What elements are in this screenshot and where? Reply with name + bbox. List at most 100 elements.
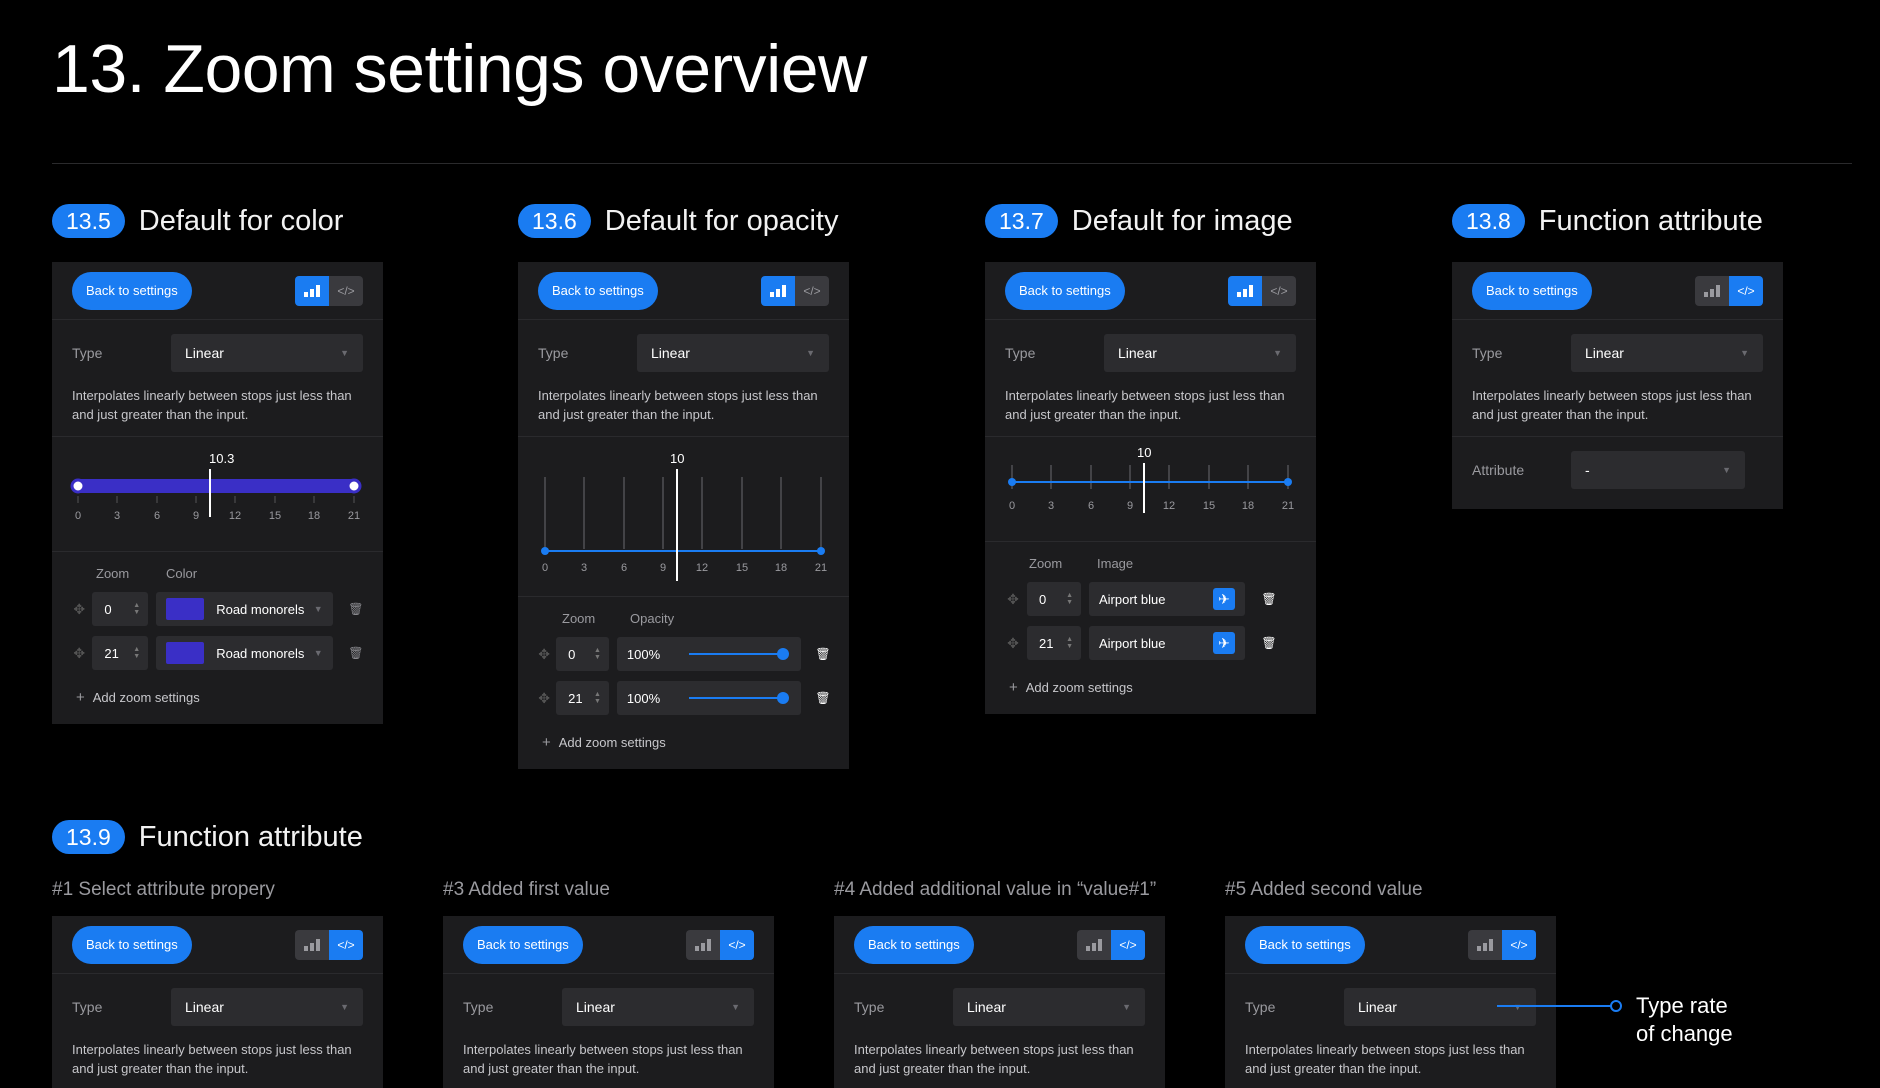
slider-gridlines [544,477,822,549]
back-to-settings-button[interactable]: Back to settings [1245,925,1365,964]
chevron-down-icon: ▼ [340,1002,349,1012]
slider-end-handle[interactable] [817,547,825,555]
slider-start-handle[interactable] [70,478,86,494]
chart-view-button[interactable] [1077,929,1111,960]
back-to-settings-button[interactable]: Back to settings [854,925,974,964]
color-select[interactable]: Road monorels ▼ [156,636,333,670]
code-view-button[interactable]: </> [795,275,829,306]
stepper-arrows-icon[interactable]: ▲ ▼ [133,646,140,660]
opacity-slider[interactable] [687,691,791,705]
delete-icon[interactable]: 🗑 [343,602,369,616]
drag-handle-icon[interactable]: ✥ [532,690,556,707]
tick-label: 6 [154,510,160,522]
zoom-stepper[interactable]: 0 ▲ ▼ [1027,582,1081,616]
type-select[interactable]: Linear ▼ [1104,334,1296,372]
stepper-arrows-icon[interactable]: ▲ ▼ [594,647,601,661]
code-view-button[interactable]: </> [1111,929,1145,960]
stepper-arrows-icon[interactable]: ▲ ▼ [1066,636,1073,650]
type-description: Interpolates linearly between stops just… [985,372,1316,437]
back-to-settings-button[interactable]: Back to settings [72,925,192,964]
tick-label: 21 [1282,500,1294,512]
drag-handle-icon[interactable]: ✥ [66,601,92,618]
chart-view-button[interactable] [686,929,720,960]
code-view-button[interactable]: </> [329,275,363,306]
type-description: Interpolates linearly between stops just… [52,1026,383,1088]
type-select[interactable]: Linear ▼ [953,988,1145,1026]
delete-icon[interactable]: 🗑 [1255,592,1283,606]
type-value: Linear [576,999,615,1015]
zoom-slider[interactable]: 10 0 3 6 9 12 15 18 21 [518,437,849,597]
color-select[interactable]: Road monorels ▼ [156,592,333,626]
opacity-slider[interactable] [687,647,791,661]
back-to-settings-button[interactable]: Back to settings [463,925,583,964]
opacity-value: 100% [626,690,661,706]
type-value: Linear [1585,345,1624,361]
slider-end-handle[interactable] [346,478,362,494]
delete-icon[interactable]: 🗑 [811,647,835,661]
zoom-column-header: Zoom [1029,556,1063,571]
chart-view-button[interactable] [1468,929,1502,960]
add-zoom-settings-button[interactable]: + Add zoom settings [518,720,849,769]
code-view-button[interactable]: </> [720,929,754,960]
back-to-settings-button[interactable]: Back to settings [538,271,658,310]
delete-icon[interactable]: 🗑 [343,646,369,660]
type-select[interactable]: Linear ▼ [637,334,829,372]
zoom-value: 0 [104,601,112,617]
zoom-stepper[interactable]: 0 ▲ ▼ [92,592,149,626]
section-title: Default for opacity [604,204,839,237]
type-select[interactable]: Linear ▼ [171,988,363,1026]
opacity-control[interactable]: 100% [616,681,801,715]
back-to-settings-button[interactable]: Back to settings [1472,271,1592,310]
code-view-button[interactable]: </> [1262,275,1296,306]
image-select[interactable]: Airport blue ✈ [1089,582,1245,616]
drag-handle-icon[interactable]: ✥ [532,646,556,663]
slider-start-handle[interactable] [1008,478,1016,486]
zoom-stepper[interactable]: 0 ▲ ▼ [556,637,609,671]
slider-end-handle[interactable] [1284,478,1292,486]
chart-view-button[interactable] [295,275,329,306]
code-view-button[interactable]: </> [329,929,363,960]
add-zoom-settings-button[interactable]: + Add zoom settings [985,665,1316,714]
chart-view-button[interactable] [1695,275,1729,306]
zoom-slider[interactable]: 10 0 3 6 9 12 15 18 21 [985,437,1316,542]
type-select[interactable]: Linear ▼ [1571,334,1763,372]
zoom-slider[interactable]: 10.3 0 3 6 9 12 15 18 21 [52,437,383,552]
airplane-icon: ✈ [1213,632,1235,654]
panel-toolbar: Back to settings </> [1225,916,1556,974]
code-view-button[interactable]: </> [1729,275,1763,306]
chart-view-button[interactable] [1228,275,1262,306]
zoom-stepper[interactable]: 21 ▲ ▼ [1027,626,1081,660]
tick-label: 3 [581,562,587,574]
section-header-opacity: 13.6 Default for opacity [518,204,839,238]
stepper-arrows-icon[interactable]: ▲ ▼ [133,602,140,616]
opacity-control[interactable]: 100% [616,637,801,671]
zoom-stepper[interactable]: 21 ▲ ▼ [556,681,609,715]
drag-handle-icon[interactable]: ✥ [66,645,92,662]
section-header-color: 13.5 Default for color [52,204,343,238]
type-label: Type [463,999,494,1015]
callout-line2: of change [1636,1021,1733,1046]
stops-header: Zoom Color [52,552,383,581]
slider-start-handle[interactable] [541,547,549,555]
view-toggle: </> [761,275,829,306]
drag-handle-icon[interactable]: ✥ [999,591,1027,608]
chart-view-button[interactable] [761,275,795,306]
type-description: Interpolates linearly between stops just… [443,1026,774,1088]
chart-view-button[interactable] [295,929,329,960]
type-select[interactable]: Linear ▼ [171,334,363,372]
type-label: Type [72,999,103,1015]
drag-handle-icon[interactable]: ✥ [999,635,1027,652]
type-select[interactable]: Linear ▼ [562,988,754,1026]
stepper-arrows-icon[interactable]: ▲ ▼ [1066,592,1073,606]
delete-icon[interactable]: 🗑 [1255,636,1283,650]
image-select[interactable]: Airport blue ✈ [1089,626,1245,660]
code-view-button[interactable]: </> [1502,929,1536,960]
attribute-select[interactable]: - ▼ [1571,451,1745,489]
delete-icon[interactable]: 🗑 [811,691,835,705]
back-to-settings-button[interactable]: Back to settings [1005,271,1125,310]
callout-line1: Type rate [1636,993,1728,1018]
stepper-arrows-icon[interactable]: ▲ ▼ [594,691,601,705]
back-to-settings-button[interactable]: Back to settings [72,271,192,310]
zoom-stepper[interactable]: 21 ▲ ▼ [92,636,149,670]
add-zoom-settings-button[interactable]: + Add zoom settings [52,675,383,724]
